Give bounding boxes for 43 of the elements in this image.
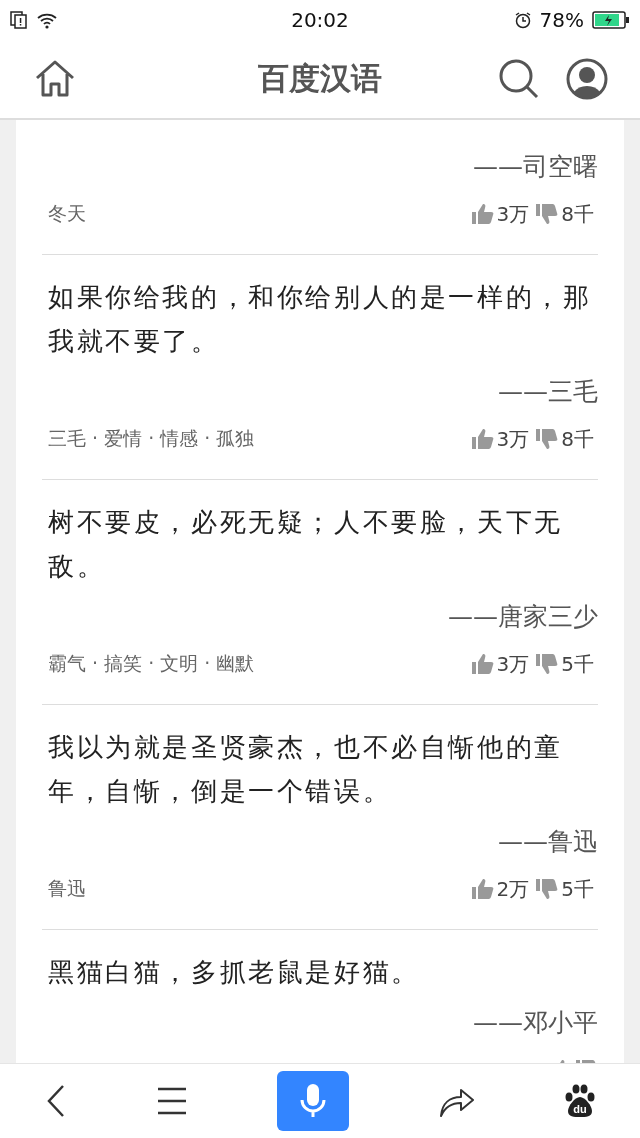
dislike-count: 5千 <box>561 650 594 678</box>
thumbs-down-icon[interactable] <box>536 203 559 225</box>
battery-icon <box>592 11 630 29</box>
quote-author: ——司空曙 <box>472 151 598 183</box>
quote-text: 黑猫白猫，多抓老鼠是好猫。 <box>47 956 421 989</box>
menu-button[interactable] <box>157 1087 187 1115</box>
back-button[interactable] <box>45 1084 67 1118</box>
thumbs-up-icon[interactable] <box>471 653 494 675</box>
thumbs-down-icon[interactable] <box>536 428 559 450</box>
quote-author: ——邓小平 <box>472 1007 598 1039</box>
quote-text: 如果你给我的，和你给别人的是一样的，那我就不要了。 <box>47 281 593 358</box>
quote-tags[interactable]: 鲁迅 <box>42 876 86 902</box>
like-count: 3万 <box>496 425 530 453</box>
status-time: 20:02 <box>291 8 349 32</box>
voice-button[interactable] <box>277 1071 349 1131</box>
battery-percent: 78% <box>539 8 584 32</box>
quote-text: 我以为就是圣贤豪杰，也不必自惭他的童年，自惭，倒是一个错误。 <box>47 731 564 808</box>
like-count: 3万 <box>496 200 530 228</box>
dislike-count: 8千 <box>561 425 594 453</box>
dislike-count: 5千 <box>561 875 594 903</box>
profile-button[interactable] <box>566 58 608 100</box>
quote-text: 树不要皮，必死无疑；人不要脸，天下无敌。 <box>47 506 564 583</box>
microphone-icon <box>300 1083 326 1119</box>
quote-author: ——鲁迅 <box>497 826 598 858</box>
thumbs-up-icon[interactable] <box>471 428 494 450</box>
alarm-icon <box>513 11 532 29</box>
like-count: 3万 <box>496 650 530 678</box>
thumbs-down-icon[interactable] <box>536 878 559 900</box>
thumbs-down-icon[interactable] <box>536 653 559 675</box>
quote-author: ——三毛 <box>497 376 598 408</box>
dislike-count: 8千 <box>561 200 594 228</box>
sim-icon <box>10 11 28 29</box>
quote-tags[interactable]: 冬天 <box>42 201 86 227</box>
thumbs-up-icon[interactable] <box>471 203 494 225</box>
paw-logo-button[interactable]: du <box>565 1084 595 1118</box>
quote-author: ——唐家三少 <box>447 601 598 633</box>
home-button[interactable] <box>34 60 76 98</box>
quote-tags[interactable]: 霸气 · 搞笑 · 文明 · 幽默 <box>42 651 255 677</box>
like-count: 2万 <box>496 875 530 903</box>
thumbs-up-icon[interactable] <box>471 878 494 900</box>
app-title: 百度汉语 <box>258 59 382 98</box>
search-button[interactable] <box>498 58 540 100</box>
quote-tags[interactable]: 三毛 · 爱情 · 情感 · 孤独 <box>42 426 255 452</box>
